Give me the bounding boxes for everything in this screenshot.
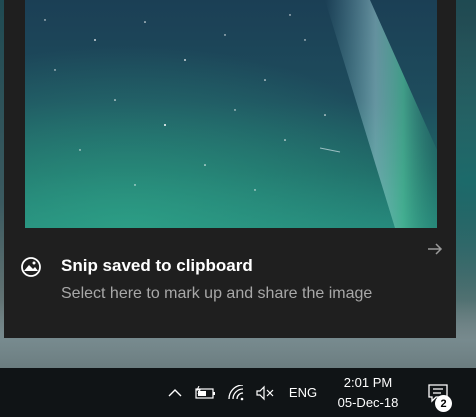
notification-toast[interactable]: Snip saved to clipboard Select here to m… xyxy=(4,0,456,338)
volume-muted-icon[interactable] xyxy=(253,368,277,417)
aurora-preview-art xyxy=(25,0,437,228)
notification-body: Select here to mark up and share the ima… xyxy=(61,285,373,302)
notification-title: Snip saved to clipboard xyxy=(61,256,253,275)
input-language-indicator[interactable]: ENG xyxy=(283,368,323,417)
wifi-icon[interactable] xyxy=(225,368,249,417)
snip-sketch-icon xyxy=(20,256,42,278)
arrow-right-icon[interactable] xyxy=(426,240,444,258)
notification-count-badge: 2 xyxy=(435,395,452,412)
chevron-up-icon[interactable] xyxy=(163,368,187,417)
snip-preview-image[interactable] xyxy=(25,0,437,228)
clock-time: 2:01 PM xyxy=(343,374,393,390)
taskbar: ENG 2:01 PM 05-Dec-18 xyxy=(0,368,476,417)
battery-charging-icon[interactable] xyxy=(193,368,219,417)
clock-date: 05-Dec-18 xyxy=(337,394,399,410)
taskbar-clock[interactable]: 2:01 PM 05-Dec-18 xyxy=(328,368,408,417)
